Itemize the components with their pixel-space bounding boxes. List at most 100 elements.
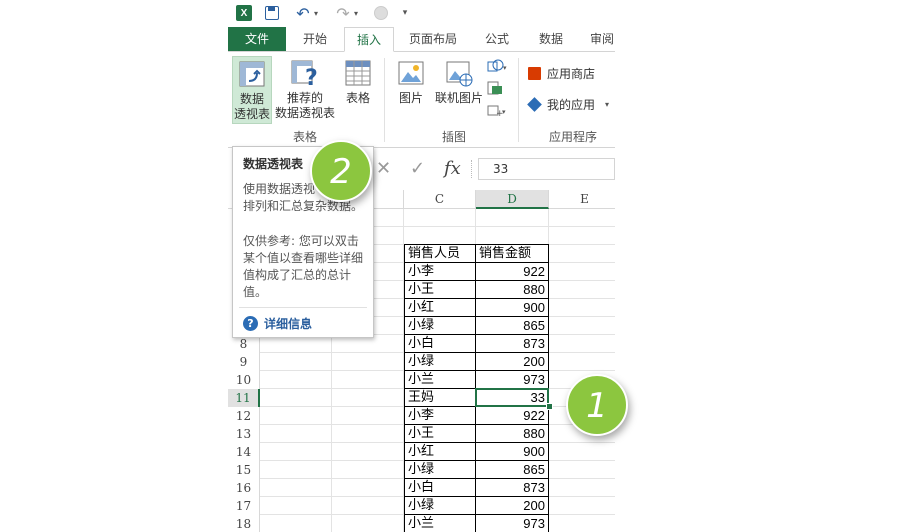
smartart-icon[interactable] xyxy=(486,80,508,96)
row-header[interactable]: 12 xyxy=(228,407,260,425)
row-header[interactable]: 9 xyxy=(228,353,260,371)
row-header[interactable]: 10 xyxy=(228,371,260,389)
save-icon[interactable] xyxy=(265,6,279,20)
table-icon xyxy=(345,60,371,86)
row-header[interactable]: 18 xyxy=(228,515,260,532)
cell-salesperson[interactable]: 小白 xyxy=(404,479,476,497)
step-badge-2: 2 xyxy=(310,140,372,202)
cell-amount[interactable]: 922 xyxy=(476,263,549,281)
cell-amount[interactable]: 865 xyxy=(476,317,549,335)
row-header[interactable]: 16 xyxy=(228,479,260,497)
tab-page-layout[interactable]: 页面布局 xyxy=(400,27,466,51)
help-icon: ? xyxy=(243,316,258,331)
recommended-pivot-label-2: 数据透视表 xyxy=(274,106,335,120)
ribbon-separator xyxy=(518,58,519,142)
enter-icon[interactable]: ✓ xyxy=(410,158,425,179)
tab-review[interactable]: 审阅 xyxy=(582,27,615,51)
pivot-table-label-1: 数据 xyxy=(239,92,264,106)
touch-mode-icon[interactable] xyxy=(374,6,388,20)
online-pictures-button[interactable]: 联机图片 xyxy=(431,56,487,124)
store-icon xyxy=(528,67,541,80)
row-header[interactable]: 11 xyxy=(228,389,260,407)
app-store-label: 应用商店 xyxy=(547,67,596,81)
undo-dropdown-icon[interactable]: ▾ xyxy=(314,4,318,22)
online-pictures-label: 联机图片 xyxy=(434,91,483,105)
pivot-table-button[interactable]: 数据 透视表 xyxy=(232,56,272,124)
redo-dropdown-icon[interactable]: ▾ xyxy=(354,4,358,22)
ribbon-tabs: 文件 开始 插入 页面布局 公式 数据 审阅 xyxy=(228,27,615,52)
row-header[interactable]: 13 xyxy=(228,425,260,443)
redo-glyph: ↷ xyxy=(336,3,350,23)
cell-salesperson[interactable]: 小红 xyxy=(404,443,476,461)
cell-amount[interactable]: 200 xyxy=(476,353,549,371)
tab-home[interactable]: 开始 xyxy=(290,27,340,51)
apps-icon xyxy=(527,97,542,112)
quick-access-toolbar: X ↶ ▾ ↷ ▾ ▾ xyxy=(228,0,615,27)
cell-salesperson[interactable]: 小兰 xyxy=(404,371,476,389)
cell-amount[interactable]: 873 xyxy=(476,335,549,353)
cell-salesperson[interactable]: 小绿 xyxy=(404,497,476,515)
step-badge-1: 1 xyxy=(566,374,628,436)
my-apps-button[interactable]: 我的应用 ▾ xyxy=(527,96,609,113)
cell-amount[interactable]: 873 xyxy=(476,479,549,497)
cell-salesperson[interactable]: 小白 xyxy=(404,335,476,353)
tooltip-more-info-link[interactable]: ? 详细信息 xyxy=(243,315,312,332)
cell-amount[interactable]: 900 xyxy=(476,443,549,461)
column-header-c[interactable]: C xyxy=(404,190,476,209)
tab-insert[interactable]: 插入 xyxy=(344,27,394,52)
insert-function-icon[interactable]: fx xyxy=(444,158,461,179)
cell-amount[interactable]: 922 xyxy=(476,407,549,425)
cell-amount-header[interactable]: 销售金额 xyxy=(476,244,549,263)
formula-splitter[interactable] xyxy=(471,160,475,178)
cell-salesperson[interactable]: 小王 xyxy=(404,281,476,299)
recommended-pivot-button[interactable]: ? 推荐的 数据透视表 xyxy=(274,56,336,124)
cell-salesperson[interactable]: 小绿 xyxy=(404,317,476,335)
tab-formulas[interactable]: 公式 xyxy=(474,27,520,51)
group-label-illustrations: 插图 xyxy=(441,130,466,144)
undo-icon[interactable]: ↶ xyxy=(294,3,312,23)
cell-salesperson[interactable]: 小李 xyxy=(404,263,476,281)
cell-salesperson[interactable]: 小绿 xyxy=(404,353,476,371)
cell-amount[interactable]: 880 xyxy=(476,281,549,299)
pictures-label: 图片 xyxy=(398,91,423,105)
group-label-apps: 应用程序 xyxy=(548,130,597,144)
table-button[interactable]: 表格 xyxy=(338,56,378,124)
pictures-button[interactable]: 图片 xyxy=(392,56,430,124)
active-cell-selection[interactable] xyxy=(475,388,549,407)
cell-amount[interactable]: 973 xyxy=(476,371,549,389)
row-header[interactable]: 17 xyxy=(228,497,260,515)
row-header[interactable]: 15 xyxy=(228,461,260,479)
tooltip-note-line-1: 仅供参考: 您可以双击 xyxy=(243,234,359,248)
svg-text:?: ? xyxy=(305,66,318,88)
cell-amount[interactable]: 900 xyxy=(476,299,549,317)
cell-salesperson[interactable]: 小王 xyxy=(404,425,476,443)
row-header[interactable]: 14 xyxy=(228,443,260,461)
cell-salesperson[interactable]: 小绿 xyxy=(404,461,476,479)
recommended-pivot-icon: ? xyxy=(291,60,318,88)
redo-icon[interactable]: ↷ xyxy=(334,3,352,23)
cell-amount[interactable]: 880 xyxy=(476,425,549,443)
cell-salesperson[interactable]: 小红 xyxy=(404,299,476,317)
column-header-e[interactable]: E xyxy=(549,190,615,209)
shapes-icon[interactable]: ▾ xyxy=(486,58,508,74)
fill-handle[interactable] xyxy=(546,403,553,410)
picture-icon xyxy=(398,61,424,85)
screenshot-icon[interactable]: + ▾ xyxy=(486,102,508,119)
tab-data[interactable]: 数据 xyxy=(528,27,574,51)
cell-salesperson[interactable]: 小李 xyxy=(404,407,476,425)
cell-amount[interactable]: 200 xyxy=(476,497,549,515)
column-header-d[interactable]: D xyxy=(476,190,549,209)
cell-amount[interactable]: 865 xyxy=(476,461,549,479)
cell-salesperson[interactable]: 销售人员 xyxy=(404,244,476,263)
cancel-icon[interactable]: ✕ xyxy=(376,158,391,179)
app-store-button[interactable]: 应用商店 xyxy=(528,65,595,82)
cell-salesperson[interactable]: 王妈 xyxy=(404,389,476,407)
more-info-label: 详细信息 xyxy=(264,317,313,331)
cell-salesperson[interactable]: 小兰 xyxy=(404,515,476,532)
formula-input[interactable]: 33 xyxy=(478,158,615,180)
cell-amount[interactable]: 973 xyxy=(476,515,549,532)
undo-glyph: ↶ xyxy=(296,3,310,23)
customize-qat-icon[interactable]: ▾ xyxy=(400,4,410,22)
pivot-table-icon xyxy=(239,61,265,87)
tab-file[interactable]: 文件 xyxy=(228,27,286,51)
